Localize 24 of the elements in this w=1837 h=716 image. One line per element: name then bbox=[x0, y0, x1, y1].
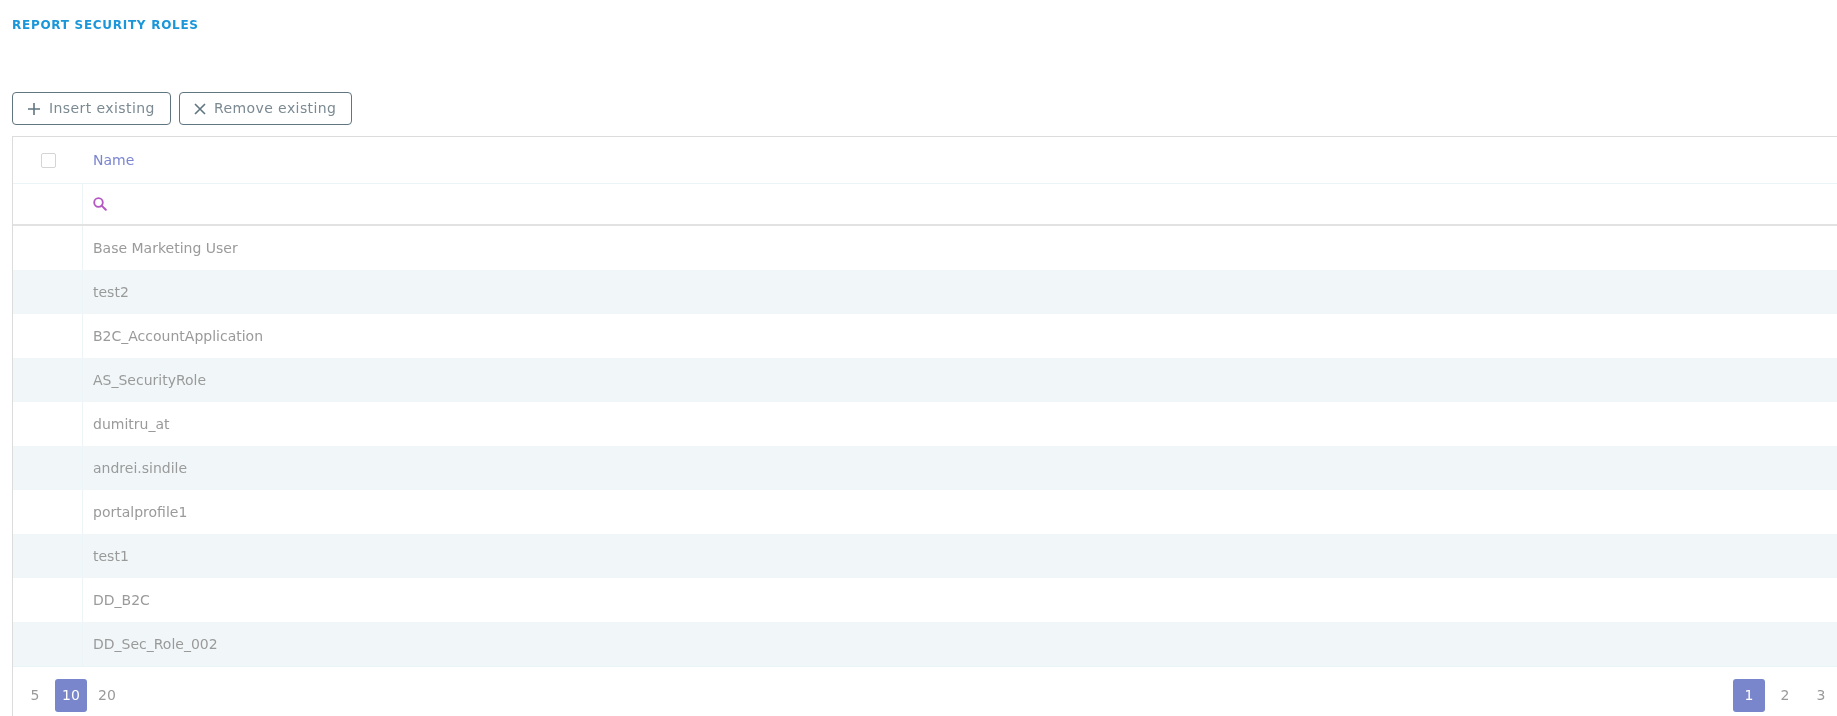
table-cell: portalprofile1 bbox=[93, 503, 188, 520]
column-header[interactable]: Name bbox=[93, 151, 135, 168]
plus-icon bbox=[27, 101, 41, 116]
page-button[interactable]: 1 bbox=[1733, 679, 1765, 712]
table-cell: Base Marketing User bbox=[93, 239, 238, 256]
close-icon bbox=[193, 102, 206, 115]
page-size-button[interactable]: 10 bbox=[55, 679, 87, 712]
table-cell: DD_Sec_Role_002 bbox=[93, 635, 218, 652]
select-all-checkbox[interactable] bbox=[40, 152, 56, 168]
table-cell: test2 bbox=[93, 283, 129, 300]
table-cell: andrei.sindile bbox=[93, 459, 188, 476]
page-button[interactable]: 3 bbox=[1805, 679, 1837, 712]
table-cell: AS_SecurityRole bbox=[93, 371, 207, 388]
table-cell: B2C_AccountApplication bbox=[93, 327, 264, 344]
page-button[interactable]: 2 bbox=[1769, 679, 1801, 712]
page-title: REPORT SECURITY ROLES bbox=[11, 17, 200, 34]
insert-button[interactable]: Insert existing bbox=[12, 92, 171, 125]
search-icon[interactable] bbox=[93, 197, 107, 211]
page-size-button[interactable]: 5 bbox=[19, 679, 51, 712]
table-cell: DD_B2C bbox=[93, 591, 150, 608]
table-cell: test1 bbox=[93, 547, 129, 564]
page-size-button[interactable]: 20 bbox=[91, 679, 123, 712]
table-cell: dumitru_at bbox=[93, 415, 170, 432]
remove-button[interactable]: Remove existing bbox=[178, 92, 353, 125]
